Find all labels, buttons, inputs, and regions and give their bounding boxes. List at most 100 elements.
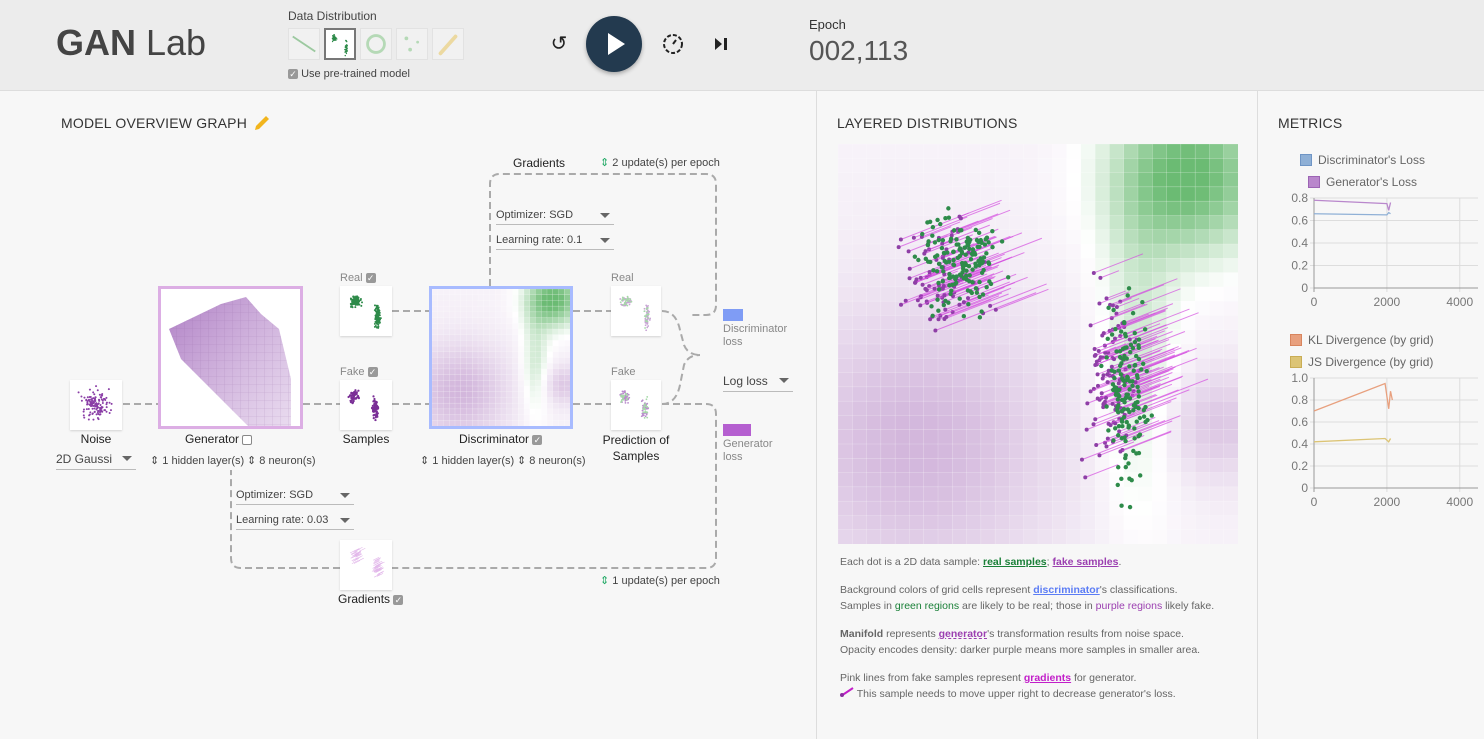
- real-sample-dot: [1113, 392, 1119, 398]
- grid-cell: [546, 311, 554, 319]
- fake-samples-link[interactable]: fake samples: [1052, 556, 1118, 568]
- disc-neurons-stepper[interactable]: ⇕ 8 neuron(s): [517, 454, 586, 467]
- grid-cell: [952, 144, 968, 159]
- grid-cell: [1194, 144, 1210, 159]
- grid-cell: [564, 334, 570, 341]
- fake-sample-dot: [1088, 389, 1093, 394]
- grid-cell: [443, 289, 450, 296]
- sample-dot: [105, 396, 108, 399]
- grid-cell: [1152, 529, 1168, 544]
- real-samples-link[interactable]: real samples: [983, 556, 1047, 568]
- real-sample-dot: [1105, 336, 1110, 341]
- gradients-checkbox[interactable]: ✓: [393, 594, 404, 605]
- gen-hidden-layers-stepper[interactable]: ⇕ 1 hidden layer(s): [150, 454, 244, 467]
- disc-hidden-layers-stepper[interactable]: ⇕ 1 hidden layer(s): [420, 454, 514, 467]
- grid-cell: [432, 289, 439, 296]
- grid-cell: [477, 328, 485, 336]
- grid-cell: [1223, 386, 1238, 402]
- grid-cell: [1223, 400, 1238, 416]
- grid-cell: [880, 400, 896, 416]
- grid-cell: [1109, 500, 1125, 516]
- grid-cell: [1066, 215, 1082, 231]
- grid-cell: [466, 362, 473, 370]
- grid-cell: [460, 414, 468, 421]
- generator-link[interactable]: generator: [939, 628, 987, 640]
- grid-cell: [1223, 144, 1238, 159]
- grid-cell: [454, 368, 462, 376]
- sample-dot: [619, 301, 622, 304]
- grid-cell: [500, 305, 508, 313]
- grid-cell: [518, 351, 525, 359]
- grid-cell: [1037, 458, 1053, 474]
- discriminator-link[interactable]: discriminator: [1033, 584, 1100, 596]
- grid-cell: [923, 429, 939, 445]
- real-sample-dot: [943, 298, 948, 303]
- gen-neurons-stepper[interactable]: ⇕ 8 neuron(s): [247, 454, 316, 467]
- grid-cell: [1223, 329, 1238, 345]
- generator-checkbox[interactable]: [242, 434, 253, 445]
- grid-cell: [1194, 415, 1210, 431]
- noise-dropdown[interactable]: 2D Gaussi: [56, 452, 136, 470]
- grid-cell: [1223, 415, 1238, 431]
- disc-optimizer-dropdown[interactable]: Optimizer: SGD: [496, 209, 614, 225]
- grid-cell: [1223, 515, 1238, 531]
- sample-dot: [621, 296, 624, 299]
- discriminator-checkbox[interactable]: ✓: [532, 434, 543, 445]
- real-sample-dot: [1145, 417, 1150, 423]
- sample-dot: [375, 326, 378, 329]
- disc-updates-stepper[interactable]: ⇕ 2 update(s) per epoch: [600, 156, 720, 169]
- grid-cell: [437, 328, 445, 336]
- fake-checkbox[interactable]: ✓: [367, 367, 378, 378]
- grid-cell: [466, 311, 473, 319]
- grid-cell: [1094, 258, 1110, 274]
- grid-cell: [1109, 172, 1125, 188]
- gen-optimizer-dropdown[interactable]: Optimizer: SGD: [236, 489, 354, 505]
- grid-cell: [1023, 258, 1039, 274]
- fake-sample-dot: [1085, 401, 1090, 406]
- grid-cell: [937, 400, 953, 416]
- sample-dot: [82, 410, 85, 413]
- grid-cell: [1094, 200, 1110, 216]
- loss-type-dropdown[interactable]: Log loss: [723, 374, 793, 392]
- grid-cell: [558, 385, 565, 393]
- generator-manifold[interactable]: [158, 286, 303, 429]
- real-sample-dot: [1115, 397, 1121, 402]
- gradients-link[interactable]: gradients: [1024, 672, 1071, 684]
- grid-cell: [1052, 343, 1068, 359]
- grid-cell: [460, 357, 468, 364]
- grid-cell: [1066, 529, 1082, 544]
- grid-cell: [838, 415, 853, 431]
- grid-cell: [1052, 458, 1068, 474]
- grid-cell: [512, 351, 519, 359]
- sample-dot: [647, 313, 650, 316]
- fake-sample-dot: [1094, 359, 1099, 364]
- grid-cell: [552, 362, 560, 370]
- disc-learning-rate-dropdown[interactable]: Learning rate: 0.1: [496, 234, 614, 250]
- grid-cell: [894, 415, 910, 431]
- grid-cell: [1080, 200, 1096, 216]
- grid-cell: [952, 358, 968, 374]
- grid-cell: [449, 351, 456, 359]
- discriminator-heatmap[interactable]: [429, 286, 573, 429]
- grid-cell: [529, 323, 537, 330]
- real-sample-dot: [980, 259, 985, 264]
- grid-cell: [1180, 472, 1196, 488]
- fake-sample-dot: [1097, 453, 1102, 458]
- real-checkbox[interactable]: ✓: [365, 273, 376, 284]
- gen-learning-rate-dropdown[interactable]: Learning rate: 0.03: [236, 514, 354, 530]
- grid-cell: [483, 323, 491, 330]
- grid-cell: [472, 402, 479, 410]
- grid-cell: [546, 351, 554, 359]
- grid-cell: [1209, 144, 1225, 159]
- gen-updates-stepper[interactable]: ⇕ 1 update(s) per epoch: [600, 574, 720, 587]
- grid-cell: [894, 272, 910, 288]
- grid-cell: [994, 415, 1010, 431]
- grid-cell: [866, 500, 882, 516]
- sample-dot: [351, 305, 354, 308]
- sample-dot: [101, 399, 104, 402]
- grid-cell: [477, 397, 485, 404]
- grid-cell: [523, 380, 531, 387]
- x-tick-label: 2000: [1374, 495, 1401, 509]
- real-sample-dot: [977, 315, 983, 320]
- grid-cell: [466, 340, 473, 347]
